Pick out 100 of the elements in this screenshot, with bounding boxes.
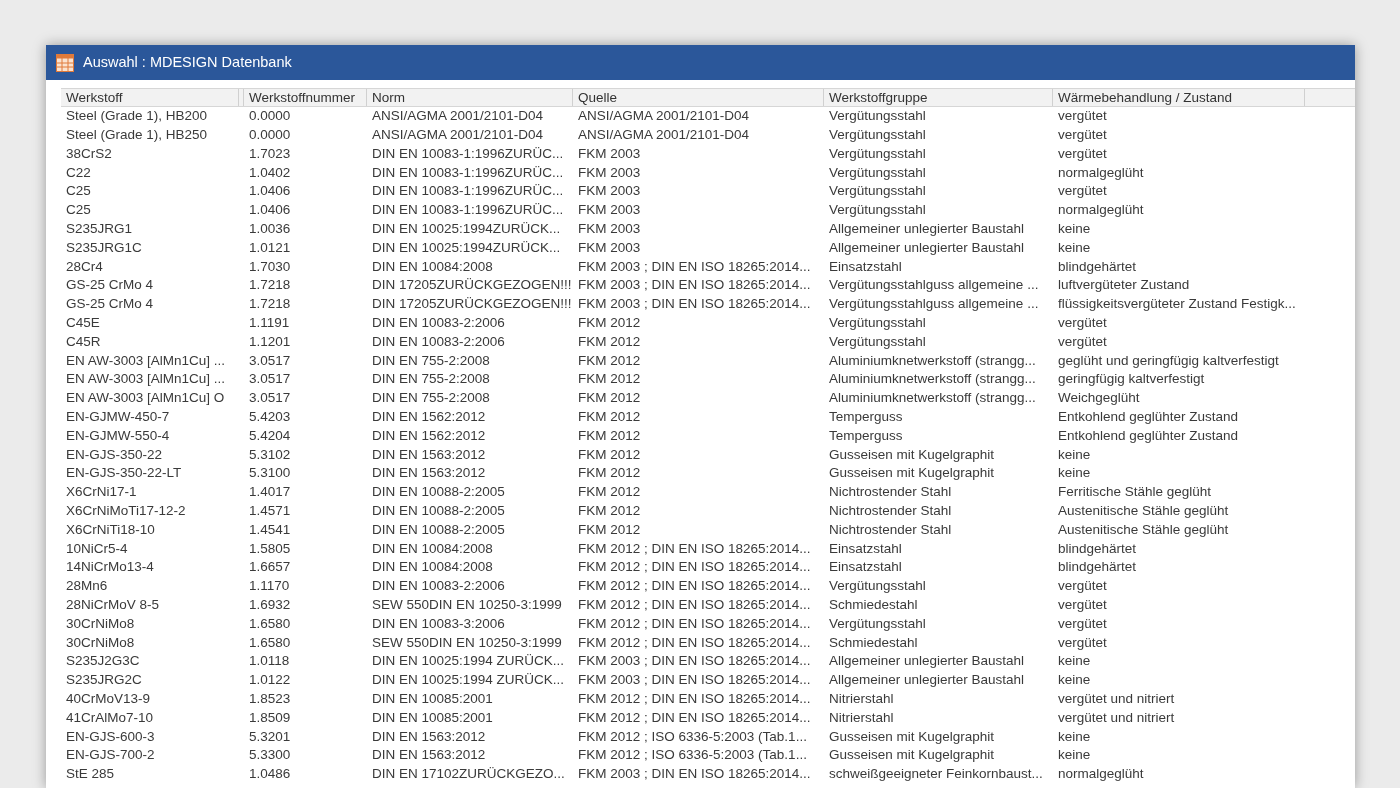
table-cell-text: FKM 2012 [577, 332, 642, 351]
table-cell-text: Nitrierstahl [828, 708, 895, 727]
table-cell-text: FKM 2003 ; DIN EN ISO 18265:2014... [577, 671, 812, 690]
table-cell-text: keine [1057, 652, 1092, 671]
table-cell-text: DIN EN 10025:1994ZURÜCK... [371, 220, 562, 239]
table-cell-text: FKM 2012 [577, 389, 642, 408]
table-cell-text: vergütet [1057, 614, 1108, 633]
table-cell-text: vergütet [1057, 126, 1108, 145]
table-cell-text: X6CrNi17-1 [65, 483, 138, 502]
table-cell-text: vergütet [1057, 596, 1108, 614]
table-cell-text: FKM 2012 ; DIN EN ISO 18265:2014... [577, 708, 812, 727]
table-cell-text: 5.3102 [248, 445, 292, 464]
table-cell-text: Allgemeiner unlegierter Baustahl [828, 652, 1026, 671]
table-cell-text: Vergütungsstahl [828, 182, 927, 201]
table-cell-text: EN-GJS-700-2 [65, 746, 156, 765]
table-cell-text: EN AW-3003 [AlMn1Cu] ... [65, 370, 227, 389]
table-cell-text: 40CrMoV13-9 [65, 690, 152, 708]
table-cell-text: ANSI/AGMA 2001/2101-D04 [371, 126, 545, 145]
table-cell-text: FKM 2012 ; DIN EN ISO 18265:2014... [577, 633, 812, 652]
table-cell-text: 1.7218 [248, 276, 292, 295]
column-header[interactable]: Werkstoffnummer [244, 89, 367, 106]
table-cell-text: FKM 2003 ; DIN EN ISO 18265:2014... [577, 295, 812, 314]
table-cell-text: blindgehärtet [1057, 558, 1138, 577]
table-cell-text: FKM 2003 [577, 163, 642, 182]
table-cell-text: C45R [65, 332, 102, 351]
table-cell-text: DIN EN 17102ZURÜCKGEZO... [371, 765, 566, 784]
table-cell-text: 1.0122 [248, 671, 292, 690]
table-cell-text: vergütet [1057, 332, 1108, 351]
table-cell-text: 1.8523 [248, 690, 292, 708]
table-cell-text: 10NiCr5-4 [65, 539, 129, 558]
table-cell-text: 1.6580 [248, 633, 292, 652]
table-cell-text: Vergütungsstahlguss allgemeine ... [828, 295, 1040, 314]
table-cell-text: FKM 2012 [577, 351, 642, 370]
table-cell-text: normalgeglüht [1057, 201, 1145, 220]
column-header[interactable]: Quelle [573, 89, 824, 106]
table-cell-text: 1.1201 [248, 332, 292, 351]
table-cell-text: 1.0402 [248, 163, 292, 182]
table-cell-text: Allgemeiner unlegierter Baustahl [828, 238, 1026, 257]
table-cell-text: EN-GJMW-550-4 [65, 426, 171, 445]
column-header[interactable]: Wärmebehandlung / Zustand [1053, 89, 1305, 106]
table-cell-text: FKM 2012 ; DIN EN ISO 18265:2014... [577, 596, 812, 614]
table-cell-text: DIN EN 755-2:2008 [371, 351, 491, 370]
table-cell-text: DIN EN 1562:2012 [371, 426, 487, 445]
table-cell-text: DIN EN 10083-3:2006 [371, 614, 506, 633]
table-cell-text: Ferritische Stähle geglüht [1057, 483, 1213, 502]
table-cell-text: Vergütungsstahl [828, 126, 927, 145]
table-cell-text: Einsatzstahl [828, 257, 903, 276]
table-cell-text: 1.6932 [248, 596, 292, 614]
table-cell-text: normalgeglüht [1057, 163, 1145, 182]
table-cell-text: blindgehärtet [1057, 539, 1138, 558]
table-cell-text: vergütet und nitriert [1057, 708, 1176, 727]
table-cell-text: FKM 2012 ; ISO 6336-5:2003 (Tab.1... [577, 746, 808, 765]
table-cell-text: geringfügig kaltverfestigt [1057, 370, 1206, 389]
table-cell-text: 1.4541 [248, 520, 292, 539]
table-cell-text: Einsatzstahl [828, 558, 903, 577]
table-cell-text: FKM 2012 [577, 464, 642, 483]
table-cell-text: 5.3300 [248, 746, 292, 765]
table-cell-text: Vergütungsstahl [828, 332, 927, 351]
table-cell-text: FKM 2003 [577, 238, 642, 257]
table-cell-text: Vergütungsstahl [828, 163, 927, 182]
table-cell-text: Gusseisen mit Kugelgraphit [828, 445, 996, 464]
column-header[interactable]: Werkstoff [61, 89, 244, 106]
table-icon [56, 53, 74, 72]
table-cell-text: S235J2G3C [65, 652, 141, 671]
table-cell-text: keine [1057, 727, 1092, 746]
table-cell-text: 5.4203 [248, 408, 292, 427]
table-cell-text: S235JRG1 [65, 220, 134, 239]
table-cell-text: SEW 550DIN EN 10250-3:1999 [371, 633, 563, 652]
table-cell-text: FKM 2012 [577, 426, 642, 445]
table-cell-text: Aluminiumknetwerkstoff (strangg... [828, 389, 1037, 408]
table-cell-text: FKM 2012 [577, 408, 642, 427]
column-header[interactable]: Werkstoffgruppe [824, 89, 1053, 106]
table-cell-text: Vergütungsstahl [828, 201, 927, 220]
table-cell-text: DIN EN 1563:2012 [371, 464, 487, 483]
table-cell-text: 1.4017 [248, 483, 292, 502]
table-cell-text: 1.0406 [248, 182, 292, 201]
table-cell-text: Nichtrostender Stahl [828, 520, 953, 539]
table-cell-text: 30CrNiMo8 [65, 614, 136, 633]
table-cell-text: C22 [65, 163, 92, 182]
table-cell-text: Einsatzstahl [828, 539, 903, 558]
table-cell-text: 3.0517 [248, 351, 292, 370]
table-cell-text: Vergütungsstahl [828, 577, 927, 596]
table-cell-text: FKM 2012 ; DIN EN ISO 18265:2014... [577, 577, 812, 596]
table-cell-text: Aluminiumknetwerkstoff (strangg... [828, 370, 1037, 389]
table-cell-text: FKM 2003 [577, 182, 642, 201]
table-cell-text: S235JRG2C [65, 671, 143, 690]
table-cell-text: Vergütungsstahl [828, 144, 927, 163]
table-cell-text: DIN EN 755-2:2008 [371, 389, 491, 408]
table-cell-text: EN-GJS-600-3 [65, 727, 156, 746]
table-cell-text: FKM 2003 ; DIN EN ISO 18265:2014... [577, 765, 812, 784]
table-cell-text: 1.1170 [248, 577, 291, 596]
column-header[interactable]: Norm [367, 89, 573, 106]
table-cell-text: Entkohlend geglühter Zustand [1057, 426, 1240, 445]
table-cell-text: schweißgeeigneter Feinkornbaust... [828, 765, 1044, 784]
table-cell-text: Gusseisen mit Kugelgraphit [828, 727, 996, 746]
table-cell-text: DIN EN 10083-1:1996ZURÜC... [371, 163, 565, 182]
table-cell-text: FKM 2003 ; DIN EN ISO 18265:2014... [577, 257, 812, 276]
table-cell-text: luftvergüteter Zustand [1057, 276, 1191, 295]
table-cell-text: FKM 2003 [577, 201, 642, 220]
table-cell-text: DIN EN 10083-2:2006 [371, 577, 506, 596]
